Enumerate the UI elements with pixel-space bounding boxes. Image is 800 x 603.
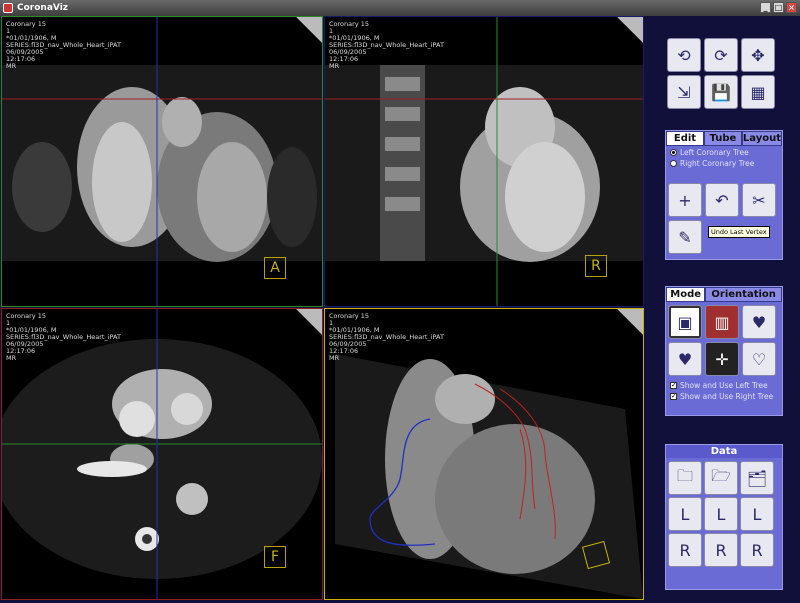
checkbox[interactable]: ✓ (670, 382, 677, 389)
radio-button[interactable] (670, 160, 677, 167)
heart-red-icon[interactable]: ♥ (742, 305, 776, 339)
orientation-label: F (264, 546, 286, 568)
save-right-icon[interactable]: R (704, 533, 738, 567)
tooltip: Undo Last Vertex (708, 226, 770, 238)
edit-vertex-icon[interactable]: ✎ (668, 220, 702, 254)
close-button[interactable]: × (786, 2, 797, 13)
volume-mode-icon[interactable]: ▣ (668, 305, 702, 339)
page-corner-icon[interactable] (617, 309, 643, 335)
load-model-icon[interactable]: ⇲ (667, 75, 701, 109)
export-right-icon[interactable]: R (740, 533, 774, 567)
folder-tree-icon[interactable]: 🗀 (668, 461, 702, 495)
load-right-icon[interactable]: R (668, 533, 702, 567)
heart-grey-icon[interactable]: ♡ (742, 342, 776, 376)
page-corner-icon[interactable] (617, 17, 643, 43)
page-corner-icon[interactable] (296, 17, 322, 43)
viewport-coronal[interactable]: Coronary 15 1 *01/01/1906, M SERIES:fl3D_n… (1, 16, 323, 307)
edit-panel: Edit Tube Layout Left Coronary Tree Righ… (665, 130, 783, 260)
viewport-3d[interactable]: Coronary 15 1 *01/01/1906, M SERIES:fl3D_n… (324, 308, 644, 600)
window-title: CoronaViz (17, 3, 69, 13)
checkbox-right-tree[interactable]: ✓ Show and Use Right Tree (670, 392, 778, 401)
delete-vertex-icon[interactable]: ✂ (742, 183, 776, 217)
crosshair-icon[interactable]: ✛ (705, 342, 739, 376)
maximize-button[interactable]: □ (773, 2, 784, 13)
dicom-overlay: Coronary 15 1 *01/01/1906, M SERIES:fl3D_n… (329, 312, 444, 362)
dicom-overlay: Coronary 15 1 *01/01/1906, M SERIES:fl3D_n… (6, 312, 121, 362)
app-icon (3, 3, 13, 13)
side-panel: ⟲ ⟳ ✥ ⇲ 💾 ▦ Edit Tube Layout Left Corona… (645, 16, 800, 603)
layout-grid-icon[interactable]: ▦ (741, 75, 775, 109)
save-left-icon[interactable]: L (704, 497, 738, 531)
tab-mode[interactable]: Mode (666, 287, 706, 302)
viewport-sagittal[interactable]: Coronary 15 1 *01/01/1906, M SERIES:fl3D_n… (324, 16, 644, 307)
data-panel: Data 🗀 🗁 🗂 L L L R R R (665, 444, 783, 590)
dicom-overlay: Coronary 15 1 *01/01/1906, M SERIES:fl3D_n… (6, 20, 121, 70)
checkbox[interactable]: ✓ (670, 393, 677, 400)
add-vertex-icon[interactable]: + (668, 183, 702, 217)
checkbox-left-tree[interactable]: ✓ Show and Use Left Tree (670, 381, 778, 390)
export-folder-icon[interactable]: 🗂 (740, 461, 774, 495)
tab-edit[interactable]: Edit (666, 131, 704, 146)
rotate-heart-icon[interactable]: ⟲ (667, 38, 701, 72)
pan-icon[interactable]: ✥ (741, 38, 775, 72)
app-window: CoronaViz _ □ × Coronary 15 1 *01/01/1906… (0, 0, 800, 603)
orientation-label: A (264, 257, 286, 279)
radio-left-tree[interactable]: Left Coronary Tree (670, 148, 778, 157)
radio-button[interactable] (670, 149, 677, 156)
heart-model-icon[interactable]: ♥ (668, 342, 702, 376)
open-dicom-icon[interactable]: 🗁 (704, 461, 738, 495)
tab-layout[interactable]: Layout (741, 131, 783, 146)
mode-panel: Mode Orientation ▣ ▥ ♥ ♥ ✛ ♡ ✓ Show and … (665, 286, 783, 416)
rotate-view-icon[interactable]: ⟳ (704, 38, 738, 72)
tab-orientation[interactable]: Orientation (705, 287, 782, 302)
page-corner-icon[interactable] (296, 309, 322, 335)
viewport-axial[interactable]: Coronary 15 1 *01/01/1906, M SERIES:fl3D_n… (1, 308, 323, 600)
tab-tube[interactable]: Tube (703, 131, 742, 146)
undo-vertex-icon[interactable]: ↶ (705, 183, 739, 217)
dicom-overlay: Coronary 15 1 *01/01/1906, M SERIES:fl3D_n… (329, 20, 444, 70)
minimize-button[interactable]: _ (760, 2, 771, 13)
data-panel-title: Data (666, 445, 782, 458)
load-left-icon[interactable]: L (668, 497, 702, 531)
save-model-icon[interactable]: 💾 (704, 75, 738, 109)
orientation-label: R (585, 255, 607, 277)
export-left-icon[interactable]: L (740, 497, 774, 531)
radio-right-tree[interactable]: Right Coronary Tree (670, 159, 778, 168)
title-bar: CoronaViz _ □ × (0, 0, 800, 16)
surface-mode-icon[interactable]: ▥ (705, 305, 739, 339)
